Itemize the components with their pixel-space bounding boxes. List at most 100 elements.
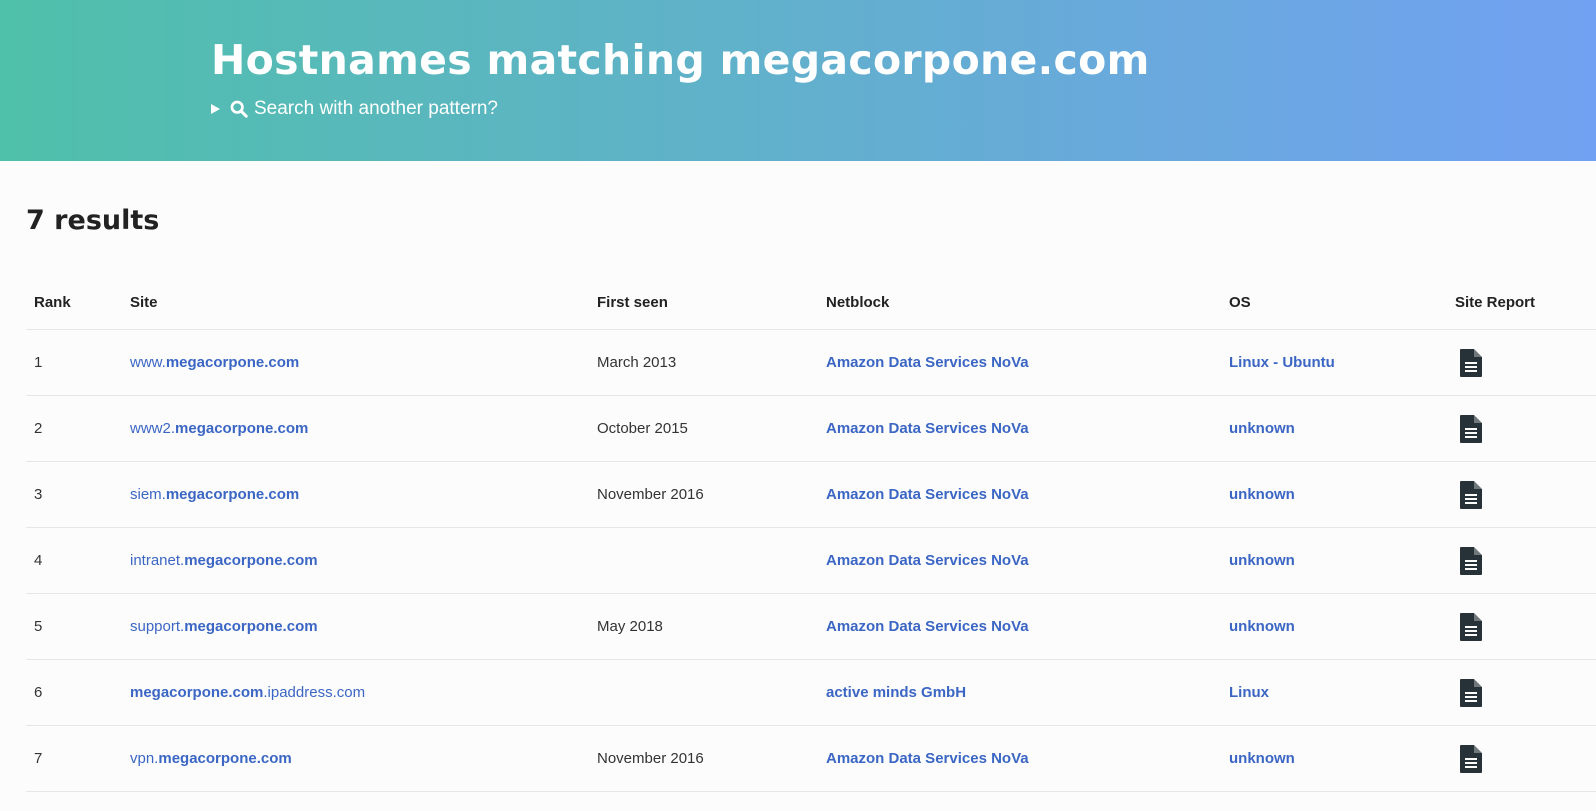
os-link[interactable]: unknown xyxy=(1229,486,1295,503)
netblock-cell: Amazon Data Services NoVa xyxy=(818,725,1221,792)
netblock-cell: Amazon Data Services NoVa xyxy=(818,461,1221,528)
rank-value: 3 xyxy=(34,486,43,503)
rank-cell: 2 xyxy=(26,395,122,462)
first-seen-cell xyxy=(589,527,818,594)
document-icon xyxy=(1460,546,1482,575)
results-table: Rank Site First seen Netblock OS Site Re… xyxy=(26,276,1596,792)
first-seen-value: October 2015 xyxy=(597,420,688,437)
os-link[interactable]: unknown xyxy=(1229,552,1295,569)
site-report-cell xyxy=(1447,395,1596,462)
first-seen-value: March 2013 xyxy=(597,354,677,371)
os-cell: Linux - Ubuntu xyxy=(1221,329,1447,396)
document-icon xyxy=(1460,414,1482,443)
site-report-link[interactable] xyxy=(1455,678,1483,707)
netblock-cell: active minds GmbH xyxy=(818,659,1221,726)
os-cell: unknown xyxy=(1221,725,1447,792)
netblock-link[interactable]: Amazon Data Services NoVa xyxy=(826,618,1029,635)
rank-value: 5 xyxy=(34,618,43,635)
search-another-pattern-toggle[interactable]: Search with another pattern? xyxy=(211,98,498,120)
site-cell: www2.megacorpone.com xyxy=(122,395,589,462)
rank-cell: 5 xyxy=(26,593,122,660)
site-cell: vpn.megacorpone.com xyxy=(122,725,589,792)
site-report-link[interactable] xyxy=(1455,414,1483,443)
site-link[interactable]: siem.megacorpone.com xyxy=(130,486,299,503)
os-cell: unknown xyxy=(1221,593,1447,660)
site-report-cell xyxy=(1447,527,1596,594)
document-icon xyxy=(1460,612,1482,641)
search-toggle-label: Search with another pattern? xyxy=(254,98,498,119)
site-prefix: support. xyxy=(130,618,185,635)
site-cell: support.megacorpone.com xyxy=(122,593,589,660)
site-report-link[interactable] xyxy=(1455,744,1483,773)
table-row: 5 support.megacorpone.com May 2018 Amazo… xyxy=(26,593,1596,660)
document-icon xyxy=(1460,348,1482,377)
netblock-link[interactable]: Amazon Data Services NoVa xyxy=(826,420,1029,437)
site-domain: megacorpone.com xyxy=(184,552,318,569)
rank-value: 7 xyxy=(34,750,43,767)
site-report-link[interactable] xyxy=(1455,348,1483,377)
rank-value: 2 xyxy=(34,420,43,437)
netblock-link[interactable]: Amazon Data Services NoVa xyxy=(826,750,1029,767)
column-header-netblock: Netblock xyxy=(818,276,1221,330)
rank-cell: 7 xyxy=(26,725,122,792)
os-cell: unknown xyxy=(1221,527,1447,594)
first-seen-cell: November 2016 xyxy=(589,461,818,528)
os-cell: unknown xyxy=(1221,395,1447,462)
site-link[interactable]: megacorpone.com.ipaddress.com xyxy=(130,684,365,701)
site-cell: siem.megacorpone.com xyxy=(122,461,589,528)
first-seen-cell: October 2015 xyxy=(589,395,818,462)
site-link[interactable]: support.megacorpone.com xyxy=(130,618,318,635)
first-seen-cell xyxy=(589,659,818,726)
rank-value: 1 xyxy=(34,354,43,371)
netblock-cell: Amazon Data Services NoVa xyxy=(818,593,1221,660)
table-row: 3 siem.megacorpone.com November 2016 Ama… xyxy=(26,461,1596,528)
site-report-cell xyxy=(1447,329,1596,396)
netblock-link[interactable]: Amazon Data Services NoVa xyxy=(826,552,1029,569)
page-title: Hostnames matching megacorpone.com xyxy=(211,36,1150,84)
table-row: 6 megacorpone.com.ipaddress.com active m… xyxy=(26,659,1596,726)
site-cell: www.megacorpone.com xyxy=(122,329,589,396)
site-domain: megacorpone.com xyxy=(158,750,292,767)
rank-cell: 4 xyxy=(26,527,122,594)
first-seen-value: May 2018 xyxy=(597,618,663,635)
os-cell: Linux xyxy=(1221,659,1447,726)
search-icon xyxy=(230,100,248,118)
site-cell: intranet.megacorpone.com xyxy=(122,527,589,594)
table-row: 4 intranet.megacorpone.com Amazon Data S… xyxy=(26,527,1596,594)
os-link[interactable]: unknown xyxy=(1229,618,1295,635)
site-prefix: siem. xyxy=(130,486,166,503)
os-link[interactable]: Linux xyxy=(1229,684,1269,701)
rank-cell: 3 xyxy=(26,461,122,528)
document-icon xyxy=(1460,480,1482,509)
netblock-link[interactable]: Amazon Data Services NoVa xyxy=(826,486,1029,503)
site-report-link[interactable] xyxy=(1455,546,1483,575)
first-seen-value: November 2016 xyxy=(597,486,704,503)
column-header-first-seen: First seen xyxy=(589,276,818,330)
column-header-site-report: Site Report xyxy=(1447,276,1596,330)
site-link[interactable]: intranet.megacorpone.com xyxy=(130,552,318,569)
site-domain: megacorpone.com xyxy=(175,420,309,437)
site-prefix: www. xyxy=(130,354,166,371)
site-report-link[interactable] xyxy=(1455,612,1483,641)
site-report-cell xyxy=(1447,593,1596,660)
netblock-link[interactable]: Amazon Data Services NoVa xyxy=(826,354,1029,371)
column-header-os: OS xyxy=(1221,276,1447,330)
netblock-link[interactable]: active minds GmbH xyxy=(826,684,966,701)
site-report-link[interactable] xyxy=(1455,480,1483,509)
results-count: 7 results xyxy=(26,205,160,236)
site-link[interactable]: www2.megacorpone.com xyxy=(130,420,308,437)
os-link[interactable]: Linux - Ubuntu xyxy=(1229,354,1335,371)
rank-cell: 1 xyxy=(26,329,122,396)
os-link[interactable]: unknown xyxy=(1229,420,1295,437)
netblock-cell: Amazon Data Services NoVa xyxy=(818,527,1221,594)
os-link[interactable]: unknown xyxy=(1229,750,1295,767)
table-row: 2 www2.megacorpone.com October 2015 Amaz… xyxy=(26,395,1596,462)
page-header: Hostnames matching megacorpone.com Searc… xyxy=(0,0,1596,161)
site-cell: megacorpone.com.ipaddress.com xyxy=(122,659,589,726)
site-prefix: www2. xyxy=(130,420,176,437)
site-report-cell xyxy=(1447,659,1596,726)
site-prefix: intranet. xyxy=(130,552,185,569)
disclosure-triangle-icon xyxy=(211,104,220,114)
site-link[interactable]: www.megacorpone.com xyxy=(130,354,299,371)
site-link[interactable]: vpn.megacorpone.com xyxy=(130,750,292,767)
